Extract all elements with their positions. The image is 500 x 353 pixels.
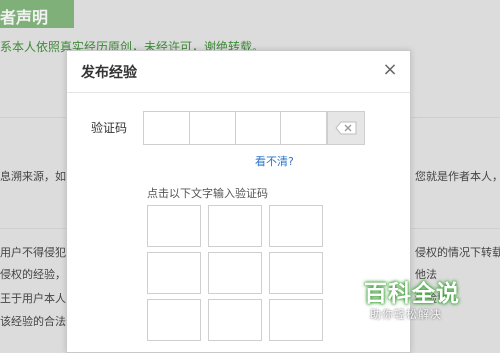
captcha-slot[interactable] xyxy=(281,112,326,144)
character-option[interactable] xyxy=(208,299,262,341)
captcha-label: 验证码 xyxy=(91,121,128,135)
background-paragraph-text: 息溯来源，如 xyxy=(0,170,66,183)
watermark-title: 百科全说 xyxy=(364,281,460,307)
captcha-slot[interactable] xyxy=(236,112,282,144)
background-paragraph-text: 该经验的合法 xyxy=(0,315,66,328)
captcha-slot[interactable] xyxy=(144,112,190,144)
character-option[interactable] xyxy=(147,299,201,341)
close-button[interactable]: × xyxy=(380,59,400,80)
background-paragraph-text: 侵权的情况下转载 xyxy=(415,246,500,259)
background-paragraph-text: 王于用户本人 xyxy=(0,292,66,305)
dialog-header: 发布经验 × xyxy=(67,51,410,93)
character-option[interactable] xyxy=(147,205,201,247)
captcha-input[interactable] xyxy=(143,111,327,145)
background-header-title: 者声明 xyxy=(0,8,49,27)
watermark-subtitle: 助你轻松解决 xyxy=(370,308,442,321)
background-paragraph-text: 用户不得侵犯 xyxy=(0,246,66,259)
character-option[interactable] xyxy=(269,205,323,247)
watermark-logo: 百科全说 助你轻松解决 xyxy=(356,268,500,328)
backspace-button[interactable] xyxy=(327,111,365,145)
backspace-icon xyxy=(335,121,357,135)
character-option[interactable] xyxy=(147,252,201,294)
background-paragraph-text: 侵权的经验， xyxy=(0,268,66,281)
background-paragraph-text: 您就是作者本人， xyxy=(415,170,500,183)
character-option[interactable] xyxy=(208,252,262,294)
character-option[interactable] xyxy=(208,205,262,247)
captcha-instruction: 点击以下文字输入验证码 xyxy=(147,187,268,200)
refresh-captcha-link[interactable]: 看不清? xyxy=(255,153,294,169)
character-option[interactable] xyxy=(269,299,323,341)
dialog-title: 发布经验 xyxy=(81,65,137,81)
character-option[interactable] xyxy=(269,252,323,294)
captcha-slot[interactable] xyxy=(190,112,236,144)
character-grid xyxy=(147,205,323,341)
